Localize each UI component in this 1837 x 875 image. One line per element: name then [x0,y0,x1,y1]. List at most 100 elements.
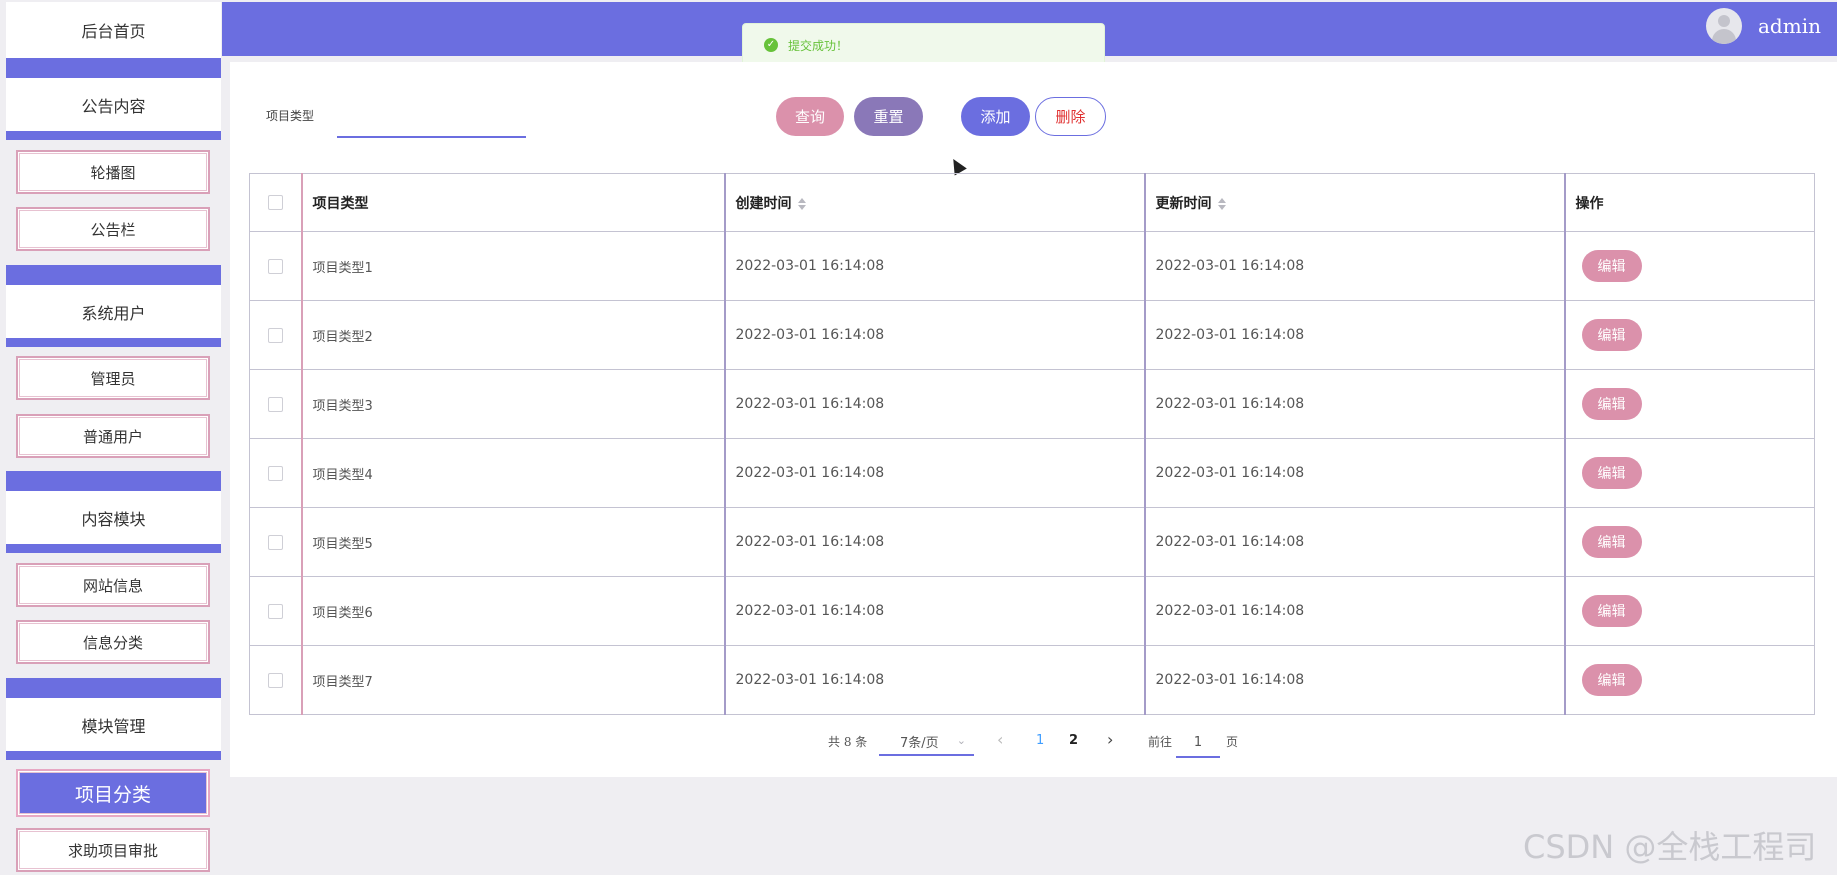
edit-button[interactable]: 编辑 [1581,595,1642,627]
row-checkbox-cell [249,576,302,646]
row-checkbox-cell [249,507,302,577]
sidebar-item-label: 项目分类 [74,783,151,806]
sidebar-item-carousel[interactable]: 轮播图 [16,150,210,194]
cell-updated: 2022-03-01 16:14:08 [1143,645,1565,715]
column-header-label: 更新时间 [1155,195,1212,212]
sidebar-group-content[interactable]: 内容模块 [6,491,221,544]
project-type-table: 项目类型 创建时间 更新时间 操作 项目类型1 2022-03-01 16:14… [249,173,1815,715]
cell-created: 2022-03-01 16:14:08 [723,507,1145,577]
edit-button[interactable]: 编辑 [1581,457,1642,489]
cell-actions: 编辑 [1563,438,1815,508]
sidebar-divider [6,471,221,491]
sidebar-group-label: 系统用户 [81,303,146,323]
page-suffix-label: 页 [1226,735,1239,749]
row-checkbox[interactable] [267,603,283,619]
select-all-checkbox[interactable] [267,195,283,210]
sidebar-item-label: 公告栏 [90,220,136,239]
sidebar-divider [6,265,221,285]
next-page-icon[interactable]: › [1107,730,1113,749]
sidebar-item-info-categories[interactable]: 信息分类 [16,620,210,664]
prev-page-icon[interactable]: ‹ [997,730,1003,749]
edit-button[interactable]: 编辑 [1581,388,1642,420]
add-button[interactable]: 添加 [961,97,1030,136]
cell-created: 2022-03-01 16:14:08 [723,645,1145,715]
sidebar-divider [6,678,221,698]
delete-button[interactable]: 删除 [1035,97,1106,136]
sidebar-group-label: 公告内容 [81,96,146,116]
column-header-updated[interactable]: 更新时间 [1143,173,1565,232]
query-button[interactable]: 查询 [776,97,844,136]
sidebar-item-label: 信息分类 [82,633,143,652]
cell-created: 2022-03-01 16:14:08 [723,576,1145,646]
page-size-select[interactable]: 7条/页 ⌄ [879,728,974,756]
edit-button[interactable]: 编辑 [1581,526,1642,558]
column-header-label: 操作 [1575,195,1604,212]
table-row: 项目类型4 2022-03-01 16:14:08 2022-03-01 16:… [249,438,1815,508]
sidebar-item-site-info[interactable]: 网站信息 [16,563,210,607]
sidebar: 后台首页 公告内容 轮播图 公告栏 系统用户 管理员 普通用户 内容模块 网站信… [6,2,221,875]
sidebar-group-system-users[interactable]: 系统用户 [6,285,221,338]
sidebar-divider [6,544,221,553]
cell-updated: 2022-03-01 16:14:08 [1143,507,1565,577]
table-row: 项目类型5 2022-03-01 16:14:08 2022-03-01 16:… [249,507,1815,577]
edit-button[interactable]: 编辑 [1581,250,1642,282]
sidebar-item-project-categories[interactable]: 项目分类 [16,769,210,817]
row-checkbox[interactable] [267,672,283,688]
cell-updated: 2022-03-01 16:14:08 [1143,231,1565,301]
row-checkbox-cell [249,369,302,439]
table-row: 项目类型3 2022-03-01 16:14:08 2022-03-01 16:… [249,369,1815,439]
cell-type: 项目类型5 [300,507,725,577]
goto-page-input[interactable]: 1 [1176,728,1220,758]
sidebar-item-notice-board[interactable]: 公告栏 [16,207,210,251]
cell-created: 2022-03-01 16:14:08 [723,369,1145,439]
edit-button[interactable]: 编辑 [1581,664,1642,696]
row-checkbox-cell [249,231,302,301]
reset-button[interactable]: 重置 [854,97,923,136]
column-header-label: 项目类型 [312,195,369,212]
sort-icon[interactable] [797,197,806,210]
row-checkbox[interactable] [267,258,283,274]
username[interactable]: admin [1758,14,1821,38]
sidebar-item-admins[interactable]: 管理员 [16,356,210,400]
table-header-row: 项目类型 创建时间 更新时间 操作 [249,173,1815,232]
table-row: 项目类型7 2022-03-01 16:14:08 2022-03-01 16:… [249,645,1815,715]
page-number[interactable]: 2 [1069,733,1078,748]
cell-created: 2022-03-01 16:14:08 [723,231,1145,301]
cell-updated: 2022-03-01 16:14:08 [1143,438,1565,508]
row-checkbox-cell [249,438,302,508]
cell-created: 2022-03-01 16:14:08 [723,438,1145,508]
sidebar-item-regular-users[interactable]: 普通用户 [16,414,210,458]
cell-type: 项目类型7 [300,645,725,715]
sidebar-item-project-approval[interactable]: 求助项目审批 [16,828,210,872]
sort-icon[interactable] [1217,197,1226,210]
sidebar-item-label: 轮播图 [90,163,136,182]
cell-updated: 2022-03-01 16:14:08 [1143,576,1565,646]
table-row: 项目类型1 2022-03-01 16:14:08 2022-03-01 16:… [249,231,1815,301]
check-circle-icon: ✓ [764,38,778,52]
page-size-value: 7条/页 [900,735,939,751]
row-checkbox[interactable] [267,534,283,550]
sidebar-divider [6,338,221,347]
row-checkbox[interactable] [267,327,283,343]
cell-actions: 编辑 [1563,507,1815,577]
cell-updated: 2022-03-01 16:14:08 [1143,300,1565,370]
sidebar-divider [6,131,221,140]
project-type-search-input[interactable] [337,100,526,138]
column-header-created[interactable]: 创建时间 [723,173,1145,232]
page-number-current[interactable]: 1 [1036,733,1044,748]
chevron-down-icon: ⌄ [956,734,966,747]
cell-created: 2022-03-01 16:14:08 [723,300,1145,370]
row-checkbox[interactable] [267,396,283,412]
sidebar-divider [6,58,221,78]
sidebar-divider [6,751,221,760]
cell-type: 项目类型1 [300,231,725,301]
edit-button[interactable]: 编辑 [1581,319,1642,351]
sidebar-group-announcements[interactable]: 公告内容 [6,78,221,131]
select-all-cell [249,173,302,232]
sidebar-group-modules[interactable]: 模块管理 [6,698,221,751]
avatar[interactable] [1706,8,1742,44]
column-header-actions: 操作 [1563,173,1815,232]
row-checkbox[interactable] [267,465,283,481]
row-checkbox-cell [249,300,302,370]
sidebar-item-home[interactable]: 后台首页 [6,2,221,58]
